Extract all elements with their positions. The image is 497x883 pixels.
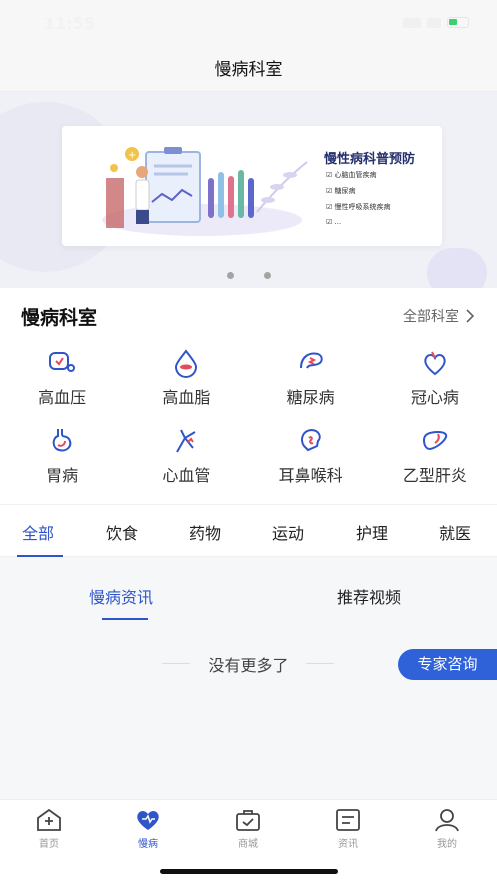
tabbar-profile[interactable]: 我的 — [417, 808, 477, 850]
department-item-hyperlipidemia[interactable]: 高血脂 — [124, 348, 248, 408]
shopping-bag-icon — [236, 810, 260, 831]
banner-carousel[interactable]: + 慢性病科普预防 ☑ 心脑血管疾病 ☑ 糖尿病 ☑ 慢性呼吸系统疾病 ☑ ..… — [0, 92, 497, 288]
department-item-hepatitis-b[interactable]: 乙型肝炎 — [373, 426, 497, 486]
active-subtab-indicator — [102, 618, 148, 620]
department-section: 慢病科室 全部科室 高血压 高血脂 糖尿病 冠心病 胃病 心血管 耳鼻喉科 乙型… — [0, 288, 497, 504]
wifi-icon — [427, 17, 441, 28]
stethoscope-heart-icon — [49, 352, 76, 372]
content-subtabs: 慢病资讯 推荐视频 — [0, 570, 497, 628]
category-tabs: 全部 饮食 药物 运动 护理 就医 — [0, 504, 497, 557]
banner-item: ☑ 糖尿病 — [326, 187, 356, 195]
banner-item: ☑ 心脑血管疾病 — [326, 171, 377, 179]
all-departments-link[interactable]: 全部科室 — [403, 306, 475, 326]
banner-decoration — [427, 248, 487, 288]
subtab-news[interactable]: 慢病资讯 — [89, 584, 153, 608]
pancreas-icon — [299, 352, 323, 369]
tabbar-mall[interactable]: 商城 — [218, 808, 278, 850]
blood-vessel-icon — [176, 429, 196, 453]
banner-item: ☑ ... — [326, 218, 342, 226]
department-item-hypertension[interactable]: 高血压 — [0, 348, 124, 408]
home-icon — [37, 808, 61, 831]
blood-drop-icon — [175, 349, 198, 378]
signal-icon — [403, 17, 421, 28]
battery-icon — [447, 17, 469, 28]
tab-medicine[interactable]: 药物 — [189, 520, 221, 544]
department-item-coronary[interactable]: 冠心病 — [373, 348, 497, 408]
department-grid: 高血压 高血脂 糖尿病 冠心病 胃病 心血管 耳鼻喉科 乙型肝炎 — [0, 348, 497, 486]
stomach-icon — [52, 429, 72, 452]
tab-exercise[interactable]: 运动 — [272, 520, 304, 544]
user-icon — [435, 809, 459, 832]
system-icons — [403, 17, 469, 28]
heart-icon — [424, 351, 446, 376]
tab-medical-visit[interactable]: 就医 — [439, 520, 471, 544]
chevron-right-icon — [466, 309, 475, 323]
status-bar: 11:55 — [0, 0, 497, 48]
section-heading: 慢病科室 — [21, 307, 98, 329]
carousel-indicator — [0, 272, 497, 279]
nav-bar: 慢病科室 — [0, 48, 497, 92]
medical-illustration-icon: + — [102, 147, 308, 236]
carousel-dot[interactable] — [226, 272, 234, 279]
banner-item: ☑ 慢性呼吸系统疾病 — [326, 203, 391, 211]
tab-diet[interactable]: 饮食 — [106, 520, 138, 544]
active-tab-indicator — [17, 555, 63, 557]
bottom-tab-bar: 首页 慢病 商城 资讯 我的 — [0, 799, 497, 883]
svg-text:+: + — [128, 150, 136, 161]
tabbar-home[interactable]: 首页 — [19, 808, 79, 850]
divider — [162, 663, 190, 664]
subtab-videos[interactable]: 推荐视频 — [337, 584, 401, 608]
news-icon — [336, 809, 360, 831]
page-title: 慢病科室 — [214, 60, 283, 80]
tabbar-news[interactable]: 资讯 — [318, 808, 378, 850]
tabbar-chronic[interactable]: 慢病 — [118, 808, 178, 850]
expert-consult-button[interactable]: 专家咨询 — [398, 649, 497, 680]
heart-icon — [137, 811, 159, 830]
no-more-text: 没有更多了 — [208, 656, 289, 675]
liver-icon — [422, 430, 448, 451]
status-time: 11:55 — [44, 14, 95, 33]
department-item-diabetes[interactable]: 糖尿病 — [249, 348, 373, 408]
banner-title: 慢性病科普预防 — [324, 152, 416, 167]
tab-care[interactable]: 护理 — [356, 520, 388, 544]
banner-card[interactable]: + 慢性病科普预防 ☑ 心脑血管疾病 ☑ 糖尿病 ☑ 慢性呼吸系统疾病 ☑ ..… — [62, 126, 442, 246]
department-item-cardiovascular[interactable]: 心血管 — [124, 426, 248, 486]
department-item-stomach[interactable]: 胃病 — [0, 426, 124, 486]
tab-all[interactable]: 全部 — [22, 520, 54, 544]
ear-nose-throat-icon — [300, 428, 321, 452]
home-indicator[interactable] — [160, 869, 338, 874]
carousel-dot[interactable] — [263, 272, 271, 279]
department-item-ent[interactable]: 耳鼻喉科 — [249, 426, 373, 486]
divider — [306, 663, 334, 664]
